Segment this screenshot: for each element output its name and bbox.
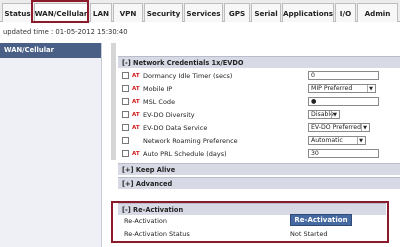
tab-label: Admin bbox=[364, 8, 391, 18]
chevron-down-icon: ▼ bbox=[331, 111, 338, 118]
section-keep-alive[interactable]: [+] Keep Alive bbox=[118, 163, 400, 175]
field-label: Auto PRL Schedule (days) bbox=[143, 149, 227, 158]
roaming-select[interactable]: Automatic ▼ bbox=[308, 136, 366, 145]
msl-code-input[interactable]: ● bbox=[308, 97, 379, 106]
tab-gps[interactable]: GPS bbox=[224, 3, 250, 22]
dormancy-input[interactable]: 0 bbox=[308, 71, 379, 80]
reactivation-status-label: Re-Activation Status bbox=[124, 230, 190, 238]
section-network-credentials[interactable]: [-] Network Credentials 1x/EVDO bbox=[118, 56, 400, 68]
sidebar-item-wan-cellular[interactable]: WAN/Cellular bbox=[0, 43, 101, 58]
checkbox[interactable] bbox=[122, 85, 129, 92]
tab-highlight-outline bbox=[31, 0, 89, 23]
mobile-ip-select[interactable]: MIP Preferred ▼ bbox=[308, 84, 376, 93]
tab-label: GPS bbox=[228, 8, 246, 18]
select-value: Automatic bbox=[311, 137, 343, 144]
at-marker: AT bbox=[132, 111, 140, 118]
field-label: MSL Code bbox=[143, 97, 176, 106]
at-marker: AT bbox=[132, 85, 140, 92]
evdo-diversity-select[interactable]: Disable ▼ bbox=[308, 110, 340, 119]
reactivation-label: Re-Activation bbox=[124, 217, 167, 225]
field-row-msl-code: AT MSL Code ● bbox=[118, 96, 400, 107]
tab-security[interactable]: Security bbox=[144, 3, 183, 22]
at-marker: AT bbox=[132, 124, 140, 131]
tab-label: LAN bbox=[92, 8, 110, 18]
at-marker: AT bbox=[132, 98, 140, 105]
tab-status[interactable]: Status bbox=[2, 3, 33, 22]
updated-time: updated time : 01-05-2012 15:30:40 bbox=[3, 28, 128, 36]
sidebar: WAN/Cellular bbox=[0, 43, 102, 247]
field-row-evdo-diversity: AT EV-DO Diversity Disable ▼ bbox=[118, 109, 400, 120]
checkbox[interactable] bbox=[122, 124, 129, 131]
chevron-down-icon: ▼ bbox=[357, 137, 364, 144]
checkbox[interactable] bbox=[122, 150, 129, 157]
reactivation-button[interactable]: Re-Activation bbox=[290, 214, 352, 226]
at-marker: AT bbox=[132, 150, 140, 157]
field-row-dormancy: AT Dormancy Idle Timer (secs) 0 bbox=[118, 70, 400, 81]
tab-label: Serial bbox=[254, 8, 278, 18]
chevron-down-icon: ▼ bbox=[367, 85, 374, 92]
tab-vpn[interactable]: VPN bbox=[113, 3, 143, 22]
select-value: MIP Preferred bbox=[311, 85, 353, 92]
tab-io[interactable]: I/O bbox=[335, 3, 356, 22]
auto-prl-input[interactable]: 30 bbox=[308, 149, 379, 158]
checkbox[interactable] bbox=[122, 111, 129, 118]
evdo-data-service-select[interactable]: EV-DO Preferred ▼ bbox=[308, 123, 370, 132]
tab-label: Status bbox=[4, 8, 31, 18]
field-label: Network Roaming Preference bbox=[143, 136, 238, 145]
tab-admin[interactable]: Admin bbox=[357, 3, 398, 22]
checkbox[interactable] bbox=[122, 72, 129, 79]
tab-serial[interactable]: Serial bbox=[251, 3, 281, 22]
tab-label: Applications bbox=[282, 8, 334, 18]
scrollbar[interactable] bbox=[111, 43, 116, 160]
tab-lan[interactable]: LAN bbox=[90, 3, 112, 22]
tab-label: VPN bbox=[119, 8, 137, 18]
field-label: Dormancy Idle Timer (secs) bbox=[143, 71, 233, 80]
checkbox[interactable] bbox=[122, 137, 129, 144]
field-row-mobile-ip: AT Mobile IP MIP Preferred ▼ bbox=[118, 83, 400, 94]
section-advanced[interactable]: [+] Advanced bbox=[118, 177, 400, 189]
field-label: EV-DO Diversity bbox=[143, 110, 195, 119]
select-value: EV-DO Preferred bbox=[311, 124, 362, 131]
field-label: EV-DO Data Service bbox=[143, 123, 208, 132]
tab-services[interactable]: Services bbox=[184, 3, 223, 22]
field-row-auto-prl: AT Auto PRL Schedule (days) 30 bbox=[118, 148, 400, 159]
tab-applications[interactable]: Applications bbox=[282, 3, 334, 22]
tab-label: I/O bbox=[339, 8, 352, 18]
chevron-down-icon: ▼ bbox=[361, 124, 368, 131]
tab-label: Services bbox=[186, 8, 221, 18]
reactivation-status-value: Not Started bbox=[290, 230, 328, 238]
checkbox[interactable] bbox=[122, 98, 129, 105]
at-marker: AT bbox=[132, 72, 140, 79]
field-row-roaming: Network Roaming Preference Automatic ▼ bbox=[118, 135, 400, 146]
field-label: Mobile IP bbox=[143, 84, 173, 93]
field-row-evdo-data-service: AT EV-DO Data Service EV-DO Preferred ▼ bbox=[118, 122, 400, 133]
tab-label: Security bbox=[146, 8, 181, 18]
